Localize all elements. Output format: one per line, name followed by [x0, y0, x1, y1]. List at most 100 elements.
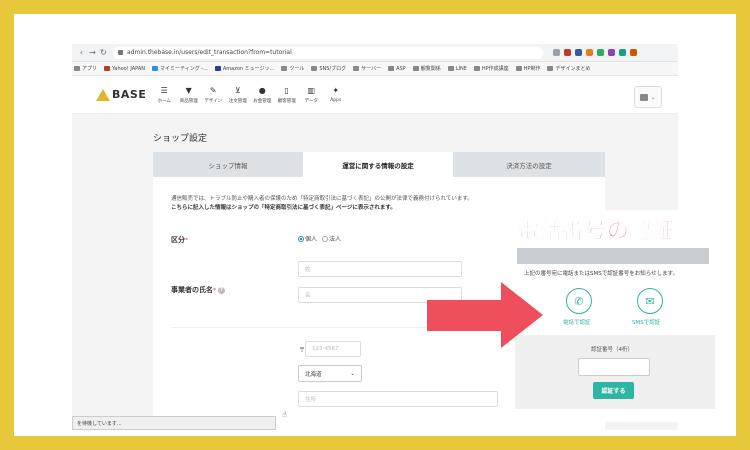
bookmark-item[interactable]: アプリ [74, 65, 97, 72]
bookmark-item[interactable]: HP作成講座 [473, 65, 509, 72]
radio-corporation[interactable]: 法人 [322, 234, 341, 243]
label-text: 事業者の氏名 [171, 286, 213, 294]
nav-label: ホーム [157, 98, 171, 104]
sms-verify-label[interactable]: SMSで認証 [632, 318, 660, 326]
required-mark: * [213, 287, 216, 294]
folder-icon [515, 66, 522, 71]
label-text: 区分 [171, 236, 185, 244]
star-icon[interactable] [553, 49, 560, 56]
help-icon[interactable]: ? [218, 286, 225, 294]
base-logo[interactable]: BASE [96, 88, 152, 101]
bookmark-item[interactable]: マイミーティング -... [152, 65, 208, 72]
notice-line: 通信販売では、トラブル防止や購入者の保護のため「特定商取引法に基づく表記」の公開… [171, 196, 473, 202]
bookmark-label: サーバー [361, 66, 382, 72]
bookmark-label: デザインまとめ [555, 66, 591, 72]
phone-icon: ✆ [574, 294, 584, 308]
bookmark-item[interactable]: Amazon ミュージッ... [214, 65, 275, 72]
radio-unselected-icon [322, 235, 329, 242]
nav-label: お金管理 [253, 98, 272, 104]
settings-tabs: ショップ情報 運営に関する情報の設定 決済方法の設定 [153, 152, 605, 177]
sms-verify-button[interactable]: ✉ [637, 288, 663, 314]
top-navigation: ☰ ホーム ▼ 商品管理 ✎ デザイン ⊻ 注文管理 ● お金管理 ▯ 顧客管理 ▥ データ … [152, 86, 348, 104]
radio-label: 個人 [305, 236, 318, 243]
extension-icon[interactable] [619, 49, 626, 56]
chevron-down-icon: ⌄ [350, 370, 355, 377]
folder-icon [547, 66, 554, 71]
tab-payment-settings[interactable]: 決済方法の設定 [453, 152, 605, 177]
extension-icon[interactable] [575, 49, 582, 56]
business-name-label: 事業者の氏名*? [171, 285, 225, 295]
prefecture-select[interactable]: 北海道 ⌄ [298, 365, 362, 382]
verify-button[interactable]: 認証する [593, 382, 634, 399]
bookmark-label: ASP [396, 65, 406, 72]
extension-icons [553, 49, 637, 56]
nav-home[interactable]: ☰ ホーム [152, 86, 177, 104]
folder-icon [353, 66, 360, 71]
select-value: 北海道 [305, 371, 322, 378]
store-icon [640, 93, 649, 101]
nav-data[interactable]: ▥ データ [299, 86, 324, 104]
bookmark-item[interactable]: ASP [388, 66, 406, 72]
kubun-radio-group: 個人 法人 [298, 234, 341, 243]
brush-icon: ✎ [209, 85, 217, 95]
bookmark-item[interactable]: Yahoo! JAPAN [104, 66, 145, 72]
cart-icon: ⊻ [234, 85, 241, 95]
base-header: BASE ☰ ホーム ▼ 商品管理 ✎ デザイン ⊻ 注文管理 ● お金管理 ▯ 顧客管理 … [72, 76, 678, 114]
logo-text: BASE [112, 88, 147, 101]
extension-icon[interactable] [586, 49, 593, 56]
extension-icon[interactable] [630, 49, 637, 56]
pinterest-icon[interactable] [564, 49, 571, 56]
nav-label: デザイン [204, 98, 223, 104]
url-text: admin.thebase.in/users/edit_transaction?… [127, 49, 292, 56]
nav-apps[interactable]: ✦ Apps [324, 86, 349, 104]
puzzle-icon: ✦ [332, 85, 340, 95]
bookmark-label: 観覧関係 [420, 66, 441, 72]
extension-icon[interactable] [608, 49, 615, 56]
call-verify-button[interactable]: ✆ [566, 288, 592, 314]
nav-label: Apps [330, 97, 342, 103]
legal-notice: 通信販売では、トラブル防止や購入者の保護のため「特定商取引法に基づく表記」の公開… [171, 195, 473, 213]
nav-orders[interactable]: ⊻ 注文管理 [226, 86, 251, 104]
lock-icon [118, 50, 123, 55]
bookmark-item[interactable]: LINE [447, 65, 467, 72]
nav-label: 顧客管理 [277, 98, 296, 104]
bookmark-label: Amazon ミュージッ... [222, 66, 275, 72]
tab-shop-info[interactable]: ショップ情報 [153, 152, 303, 177]
reload-icon[interactable]: ↻ [98, 48, 109, 57]
bookmark-item[interactable]: 観覧関係 [412, 65, 441, 72]
bookmarks-bar: アプリ Yahoo! JAPAN マイミーティング -... Amazon ミュ… [72, 62, 678, 76]
bookmark-label: ツール [289, 66, 305, 72]
bookmark-item[interactable]: ツール [281, 65, 304, 72]
bookmark-item[interactable]: HP制作 [515, 65, 541, 72]
postal-code-input[interactable]: 123-4567 [305, 341, 361, 357]
tab-operation-info[interactable]: 運営に関する情報の設定 [303, 152, 453, 177]
address-input[interactable]: 住所 [298, 391, 498, 407]
verification-code-input[interactable] [578, 358, 650, 376]
address-bar: ‹ → ↻ admin.thebase.in/users/edit_transa… [72, 44, 678, 62]
bookmark-label: LINE [455, 65, 467, 72]
bookmark-label: SNS/ブログ [319, 66, 347, 72]
nav-customers[interactable]: ▯ 顧客管理 [275, 86, 300, 104]
bookmark-item[interactable]: SNS/ブログ [311, 65, 346, 72]
nav-label: データ [304, 98, 319, 104]
call-verify-label[interactable]: 電話で認証 [563, 318, 591, 326]
bookmark-label: HP制作 [523, 66, 541, 72]
radio-individual[interactable]: 個人 [298, 234, 317, 243]
account-menu-button[interactable]: ⌄ [634, 86, 662, 108]
nav-money[interactable]: ● お金管理 [250, 86, 275, 104]
forward-icon[interactable]: → [87, 48, 98, 57]
chart-icon: ▥ [307, 85, 316, 95]
bookmark-item[interactable]: デザインまとめ [547, 65, 590, 72]
status-bar: を待機しています... [72, 416, 276, 430]
back-icon[interactable]: ‹ [76, 48, 87, 57]
surname-input[interactable]: 姓 [298, 261, 462, 277]
phone-icon: ▯ [284, 85, 289, 95]
home-icon: ☰ [160, 85, 168, 95]
extension-icon[interactable] [597, 49, 604, 56]
nav-items[interactable]: ▼ 商品管理 [177, 86, 202, 104]
wallet-icon: ● [258, 85, 266, 95]
url-field[interactable]: admin.thebase.in/users/edit_transaction?… [113, 46, 543, 59]
bookmark-item[interactable]: サーバー [353, 65, 381, 72]
nav-design[interactable]: ✎ デザイン [201, 86, 226, 104]
nav-label: 商品管理 [179, 98, 198, 104]
